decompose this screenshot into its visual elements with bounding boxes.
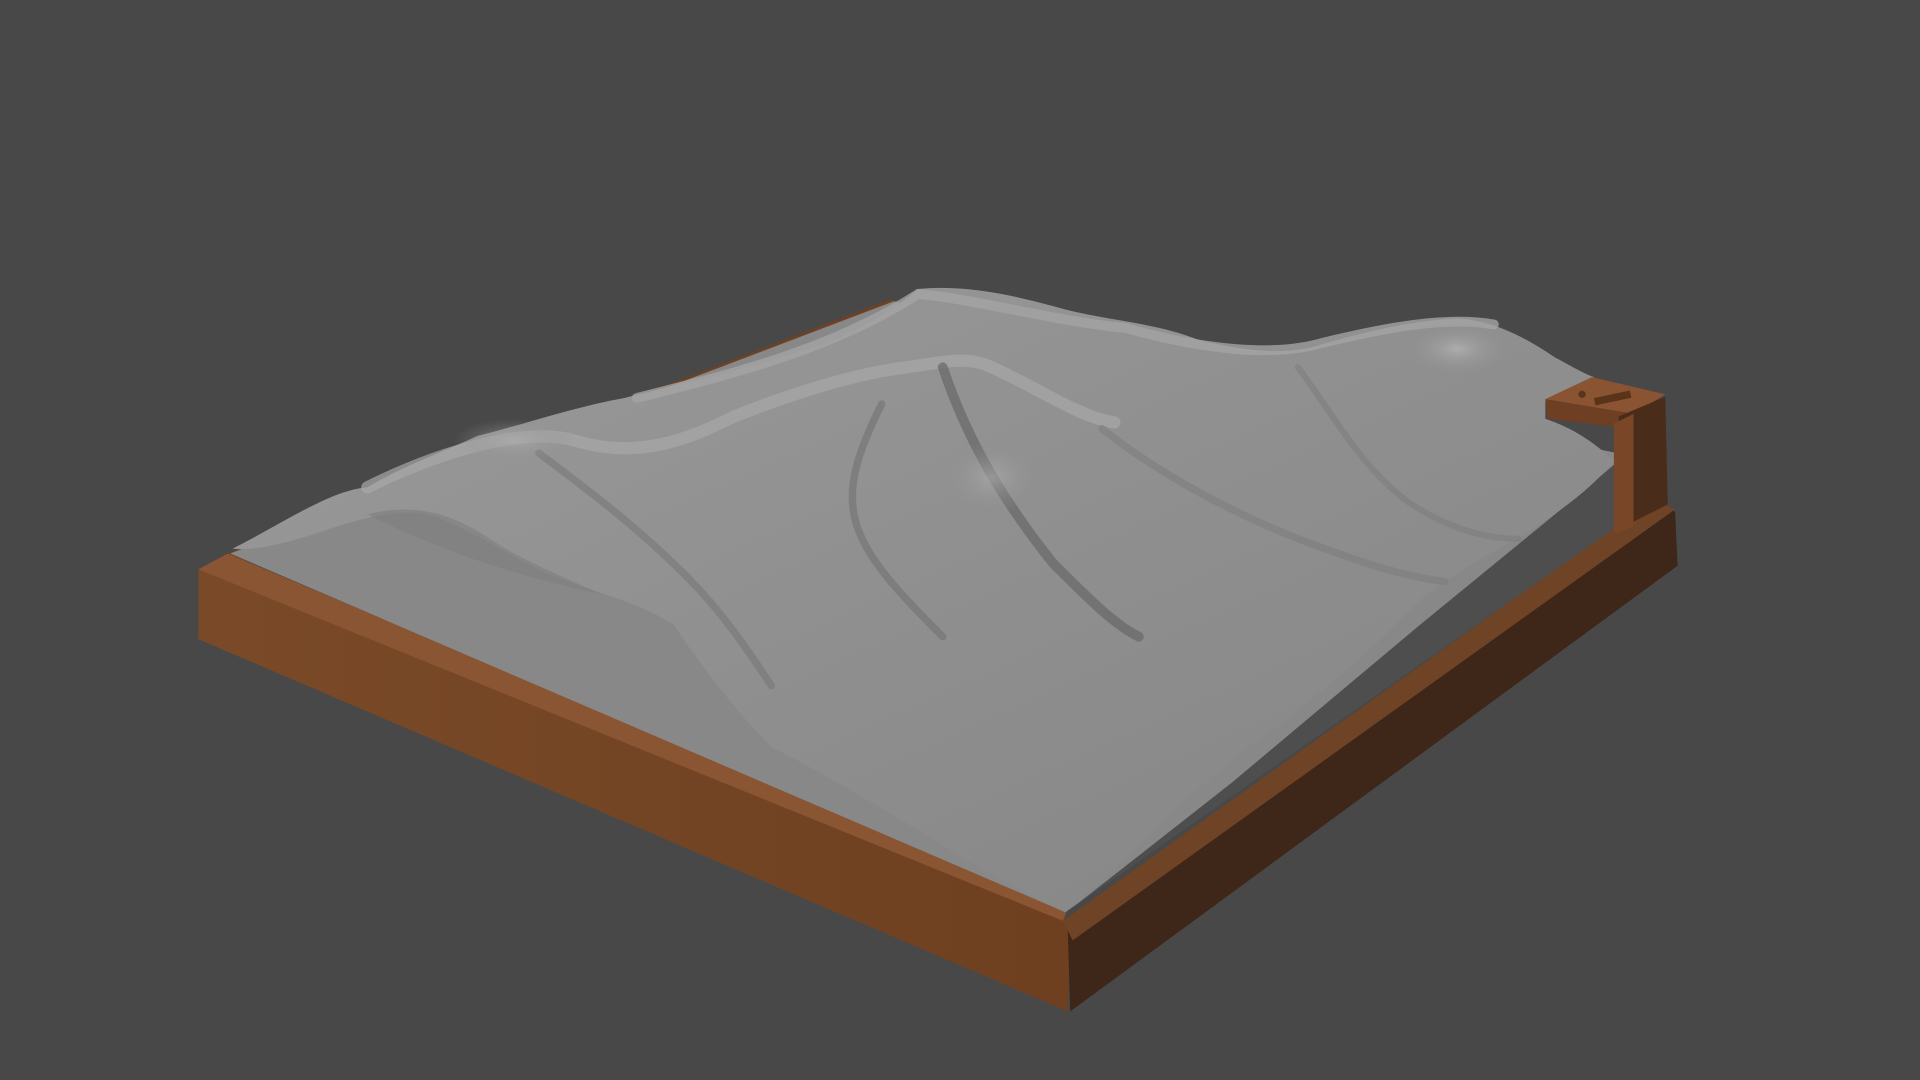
- peak-highlight-left: [453, 418, 576, 463]
- terrain-scene: [198, 287, 1678, 1012]
- label-tab-mark: [1578, 390, 1586, 398]
- peak-highlight-center: [942, 440, 1041, 515]
- label-tab-post-front: [1613, 413, 1634, 534]
- peak-highlight-right: [1402, 322, 1513, 376]
- viewport: [0, 0, 1920, 1080]
